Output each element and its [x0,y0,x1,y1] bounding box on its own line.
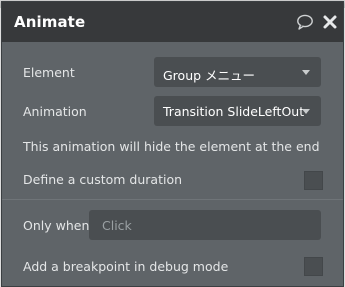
element-dropdown-value: Group メニュー [163,68,256,83]
element-label: Element [23,65,75,80]
only-when-placeholder: Click [102,218,132,233]
breakpoint-checkbox[interactable] [304,257,323,276]
section-divider [2,199,343,200]
custom-duration-label: Define a custom duration [23,172,183,187]
dialog-header: Animate [2,2,343,42]
chevron-down-icon [302,70,310,75]
chevron-down-icon [302,109,310,114]
animation-label: Animation [23,104,87,119]
breakpoint-label: Add a breakpoint in debug mode [23,259,229,274]
animation-dropdown-value: Transition SlideLeftOut [163,104,305,119]
dialog-title: Animate [14,13,86,31]
element-dropdown[interactable]: Group メニュー [154,57,321,87]
animation-info-text: This animation will hide the element at … [23,139,320,154]
only-when-input[interactable]: Click [89,210,321,240]
comment-icon[interactable] [296,13,314,31]
custom-duration-checkbox[interactable] [304,171,323,190]
close-icon[interactable] [321,13,339,31]
only-when-label: Only when [23,218,90,233]
animation-dropdown[interactable]: Transition SlideLeftOut [154,96,321,126]
animate-dialog: Animate Element Group メニュー Animation Tra… [1,1,344,287]
